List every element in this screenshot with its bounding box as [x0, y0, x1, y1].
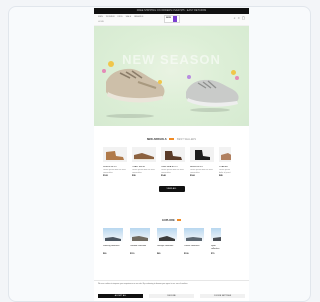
category-card[interactable]: Lifestyle collection $89 [157, 228, 177, 255]
cookie-settings-button[interactable]: COOKIE SETTINGS [200, 294, 245, 298]
product-image [190, 147, 214, 162]
product-card[interactable]: SUEDE BOOT Lorem ipsum dolor sit amet co… [103, 147, 127, 177]
nav-item-brands[interactable]: BRANDS [134, 16, 143, 18]
shoe-shadow [190, 108, 230, 112]
flower-decor [102, 69, 106, 73]
preview-card: FREE SHIPPING ON ORDERS OVER $75 · EASY … [8, 6, 311, 302]
category-carousel: Running collection $99 Outdoor collectio… [94, 228, 249, 255]
accept-cookies-button[interactable]: ACCEPT ALL [98, 294, 143, 298]
product-desc: Lorem ipsum dolor sit amet consectetur [190, 169, 213, 174]
product-price: $120 [103, 175, 108, 177]
user-icon[interactable]: ○ [238, 16, 240, 20]
category-card[interactable]: Sport collection $79 [211, 228, 221, 255]
nav-item-men[interactable]: MEN [98, 16, 103, 18]
product-desc: Lorem ipsum dolor sit amet consectetur [132, 169, 155, 174]
flower-decor [187, 75, 191, 79]
product-desc: Lorem ipsum dolor sit amet consectetur [103, 169, 126, 174]
product-price: $160 [190, 175, 195, 177]
product-price: $85 [219, 175, 223, 177]
category-image [211, 228, 221, 242]
product-price: $140 [161, 175, 166, 177]
category-card[interactable]: Running collection $99 [103, 228, 123, 255]
site-header: MEN WOMEN KIDS SALE BRANDS HOME NOW ⌕ ○ … [94, 14, 249, 26]
bag-icon[interactable]: ▢ [242, 16, 245, 20]
category-price: $99 [103, 253, 107, 255]
category-name: Lifestyle collection [157, 245, 174, 247]
flower-decor [158, 80, 162, 84]
product-card[interactable]: CHELSEA BOOT Lorem ipsum dolor sit amet … [161, 147, 185, 177]
product-card[interactable]: TRAIL SHOE Lorem ipsum dolor sit amet co… [132, 147, 156, 177]
nav-item-kids[interactable]: KIDS [118, 16, 123, 18]
hero-shoe-right [186, 79, 239, 107]
flower-decor [231, 70, 236, 75]
header-icons: ⌕ ○ ▢ [234, 16, 245, 20]
tab-separator [169, 138, 175, 141]
nav-item-sale[interactable]: SALE [126, 16, 132, 18]
category-price: $109 [184, 253, 189, 255]
product-desc: Lorem ipsum dolor sit amet consectetur [161, 169, 184, 174]
flower-decor [108, 61, 114, 67]
logo-text: NOW [166, 17, 171, 19]
tab-best-sellers[interactable]: BEST SELLERS [177, 138, 196, 141]
cookie-text: We use cookies to improve your experienc… [98, 283, 188, 285]
category-price: $89 [157, 253, 161, 255]
category-price: $79 [211, 253, 215, 255]
tab-new-arrivals[interactable]: NEW ARRIVALS [147, 138, 167, 141]
product-image [103, 147, 127, 162]
product-card[interactable]: LOAFER Lorem ipsum dolor sit amet consec… [219, 147, 231, 177]
category-card[interactable]: Outdoor collection $119 [130, 228, 150, 255]
decline-cookies-button[interactable]: DECLINE [149, 294, 194, 298]
view-all-button[interactable]: VIEW ALL [158, 186, 185, 192]
category-image [130, 228, 150, 242]
category-image [157, 228, 177, 242]
category-name: Classic collection [184, 245, 200, 247]
product-image [219, 147, 231, 162]
flower-decor [235, 76, 239, 80]
category-name: Outdoor collection [130, 245, 147, 247]
explore-title-text: EXPLORE [162, 219, 175, 222]
product-image [161, 147, 185, 162]
hero-banner[interactable]: NEW SEASON [94, 26, 249, 126]
category-card[interactable]: Classic collection $109 [184, 228, 204, 255]
explore-title: EXPLORE [94, 219, 249, 222]
product-price: $95 [132, 175, 136, 177]
main-nav: MEN WOMEN KIDS SALE BRANDS [98, 16, 143, 18]
category-image [103, 228, 123, 242]
nav-item-women[interactable]: WOMEN [106, 16, 115, 18]
search-icon[interactable]: ⌕ [234, 16, 236, 20]
logo-mark [173, 16, 177, 22]
category-price: $119 [130, 253, 135, 255]
category-name: Running collection [103, 245, 120, 247]
cookie-banner: We use cookies to improve your experienc… [94, 280, 249, 301]
shoe-shadow [106, 114, 154, 118]
category-name: Sport collection [211, 245, 220, 250]
cookie-buttons: ACCEPT ALL DECLINE COOKIE SETTINGS [94, 294, 249, 298]
site-logo[interactable]: NOW [164, 15, 180, 23]
product-desc: Lorem ipsum dolor sit amet consectetur [219, 169, 231, 174]
product-image [132, 147, 156, 162]
new-arrivals-tabs: NEW ARRIVALS BEST SELLERS [94, 138, 249, 141]
product-carousel: SUEDE BOOT Lorem ipsum dolor sit amet co… [94, 147, 249, 177]
website-screenshot: FREE SHIPPING ON ORDERS OVER $75 · EASY … [94, 8, 249, 301]
title-accent [176, 219, 181, 222]
breadcrumb-link[interactable]: HOME [98, 21, 104, 23]
category-image [184, 228, 204, 242]
product-card[interactable]: HIKER BOOT Lorem ipsum dolor sit amet co… [190, 147, 214, 177]
